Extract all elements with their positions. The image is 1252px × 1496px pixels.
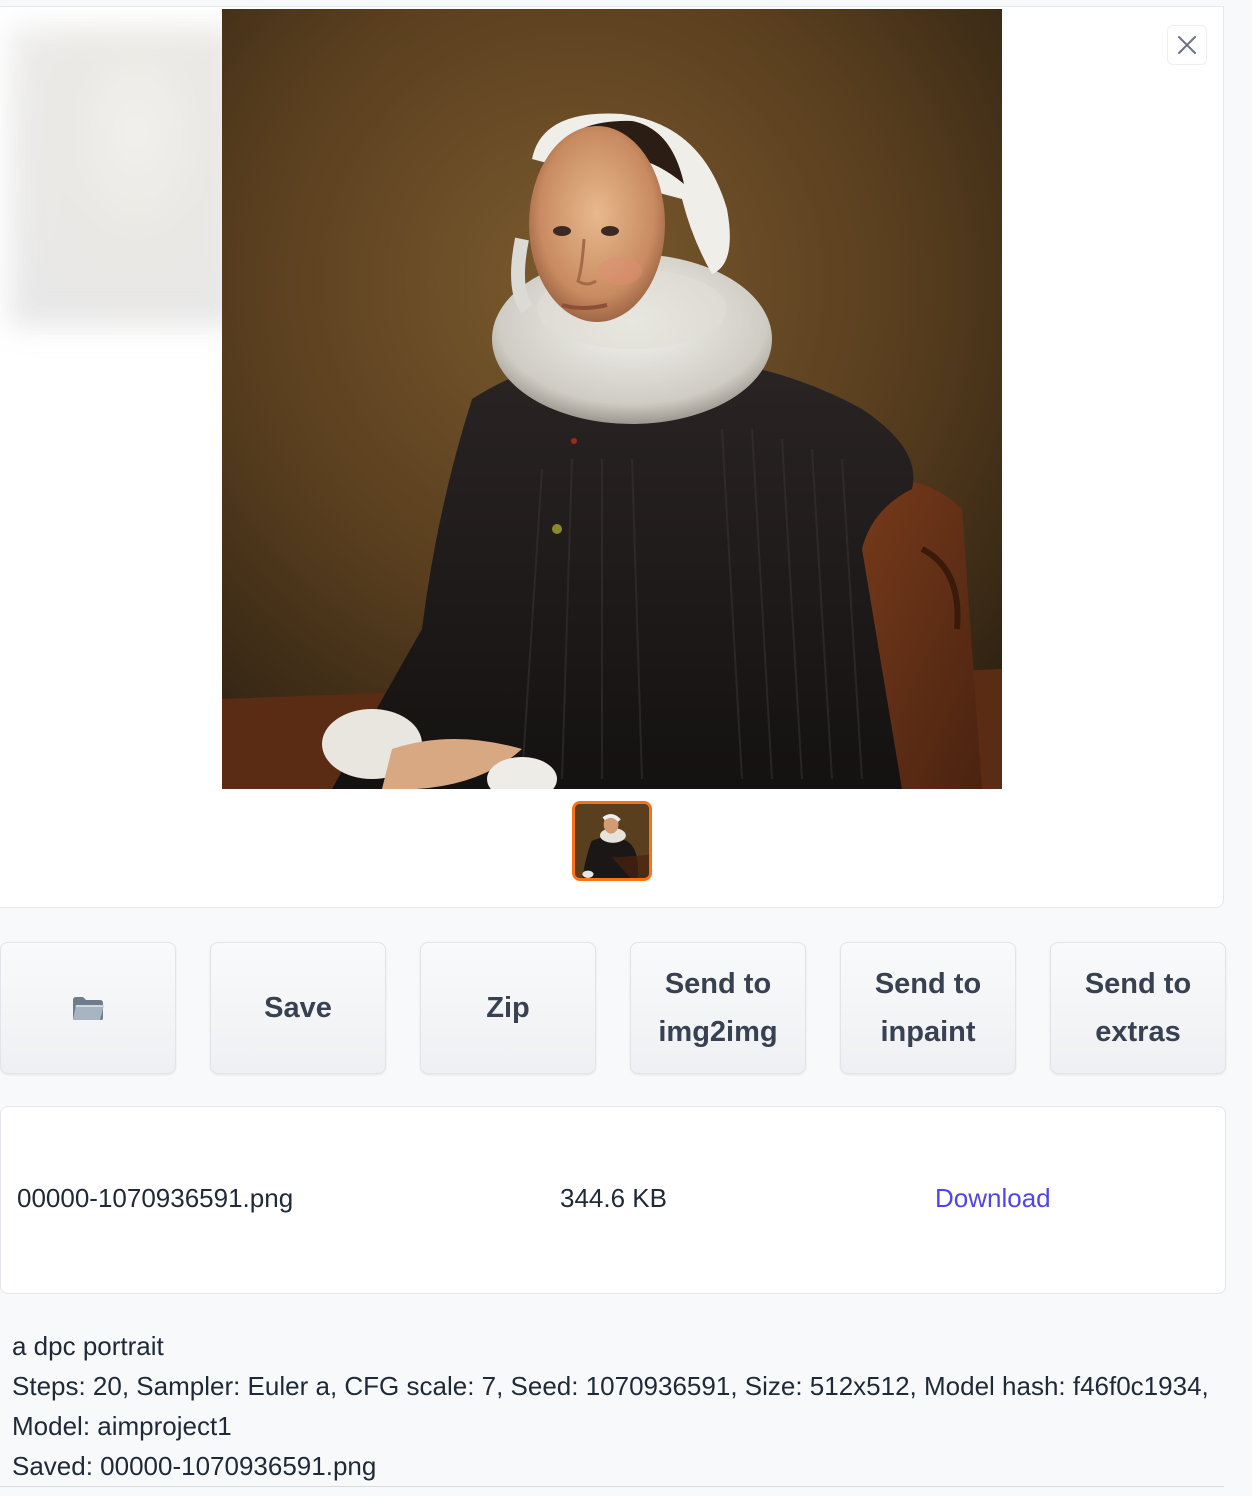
- file-row: 00000-1070936591.png 344.6 KB Download: [1, 1183, 1225, 1223]
- file-name: 00000-1070936591.png: [17, 1183, 294, 1213]
- action-button-row: Save Zip Send to img2img Send to inpaint…: [0, 942, 1226, 1074]
- send-to-img2img-button[interactable]: Send to img2img: [630, 942, 806, 1074]
- divider: [0, 1486, 1224, 1487]
- download-files-box: 00000-1070936591.png 344.6 KB Download: [0, 1106, 1226, 1294]
- blurred-background-preview: [10, 27, 240, 327]
- close-icon: [1178, 36, 1196, 54]
- image-gallery: [0, 6, 1224, 908]
- main-generated-image[interactable]: [222, 9, 1002, 789]
- send-to-extras-button[interactable]: Send to extras: [1050, 942, 1226, 1074]
- gallery-thumbnail[interactable]: [572, 801, 652, 881]
- thumbnail-image: [575, 804, 649, 878]
- file-size: 344.6 KB: [560, 1183, 667, 1213]
- save-button[interactable]: Save: [210, 942, 386, 1074]
- download-link[interactable]: Download: [935, 1183, 1051, 1214]
- open-folder-button[interactable]: [0, 942, 176, 1074]
- generation-info: a dpc portrait Steps: 20, Sampler: Euler…: [12, 1326, 1232, 1486]
- close-button[interactable]: [1167, 25, 1207, 65]
- prompt-text: a dpc portrait: [12, 1331, 164, 1361]
- send-to-inpaint-button[interactable]: Send to inpaint: [840, 942, 1016, 1074]
- generation-parameters: Steps: 20, Sampler: Euler a, CFG scale: …: [12, 1371, 1209, 1441]
- zip-button[interactable]: Zip: [420, 942, 596, 1074]
- saved-filename: Saved: 00000-1070936591.png: [12, 1451, 377, 1481]
- folder-icon: [73, 997, 104, 1020]
